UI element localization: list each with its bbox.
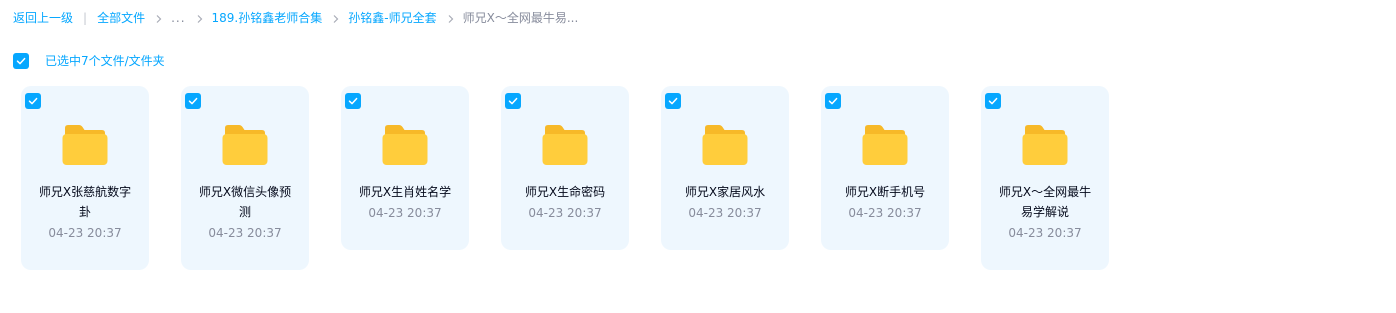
file-name: 师兄X生肖姓名学: [358, 185, 452, 199]
checkmark-icon: [828, 97, 838, 105]
file-name: 师兄X生命密码: [524, 185, 606, 199]
file-date: 04-23 20:37: [208, 226, 282, 240]
breadcrumb: 返回上一级 | 全部文件 ... 189.孙铭鑫老师合集 孙铭鑫-师兄全套 师兄…: [13, 9, 578, 27]
file-name: 师兄X张慈航数字卦: [38, 185, 132, 219]
back-link[interactable]: 返回上一级: [13, 9, 73, 27]
file-card[interactable]: 师兄X断手机号 04-23 20:37: [821, 86, 949, 250]
file-card[interactable]: 师兄X家居风水 04-23 20:37: [661, 86, 789, 250]
file-name: 师兄X家居风水: [684, 185, 766, 199]
checkmark-icon: [668, 97, 678, 105]
file-date: 04-23 20:37: [1008, 226, 1082, 240]
select-all-row: 已选中7个文件/文件夹: [13, 53, 165, 69]
file-checkbox[interactable]: [185, 93, 201, 109]
chevron-right-icon: [444, 12, 458, 26]
checkmark-icon: [508, 97, 518, 105]
checkmark-icon: [16, 57, 26, 65]
file-checkbox[interactable]: [825, 93, 841, 109]
file-card[interactable]: 师兄X生命密码 04-23 20:37: [501, 86, 629, 250]
folder-icon: [222, 124, 268, 166]
file-date: 04-23 20:37: [368, 206, 442, 220]
breadcrumb-divider: |: [83, 11, 88, 25]
chevron-right-icon: [193, 12, 207, 26]
select-all-checkbox[interactable]: [13, 53, 29, 69]
file-grid: 师兄X张慈航数字卦 04-23 20:37 师兄X微信头像预测 04-23 20…: [21, 86, 1109, 270]
selection-count-label: 已选中7个文件/文件夹: [45, 54, 165, 68]
breadcrumb-root[interactable]: 全部文件: [97, 9, 145, 27]
checkmark-icon: [348, 97, 358, 105]
file-date: 04-23 20:37: [688, 206, 762, 220]
file-name: 师兄X～全网最牛易学解说: [998, 185, 1092, 219]
chevron-right-icon: [152, 12, 166, 26]
breadcrumb-current: 师兄X～全网最牛易...: [462, 11, 579, 25]
file-card[interactable]: 师兄X～全网最牛易学解说 04-23 20:37: [981, 86, 1109, 270]
breadcrumb-ellipsis[interactable]: ...: [171, 9, 185, 27]
folder-icon: [702, 124, 748, 166]
folder-icon: [62, 124, 108, 166]
file-checkbox[interactable]: [985, 93, 1001, 109]
file-card[interactable]: 师兄X张慈航数字卦 04-23 20:37: [21, 86, 149, 270]
file-date: 04-23 20:37: [528, 206, 602, 220]
file-card[interactable]: 师兄X微信头像预测 04-23 20:37: [181, 86, 309, 270]
file-date: 04-23 20:37: [48, 226, 122, 240]
checkmark-icon: [188, 97, 198, 105]
checkmark-icon: [988, 97, 998, 105]
folder-icon: [542, 124, 588, 166]
folder-icon: [862, 124, 908, 166]
file-checkbox[interactable]: [25, 93, 41, 109]
file-card[interactable]: 师兄X生肖姓名学 04-23 20:37: [341, 86, 469, 250]
file-checkbox[interactable]: [345, 93, 361, 109]
breadcrumb-level2[interactable]: 孙铭鑫-师兄全套: [348, 9, 436, 27]
chevron-right-icon: [329, 12, 343, 26]
file-name: 师兄X微信头像预测: [198, 185, 292, 219]
folder-icon: [1022, 124, 1068, 166]
folder-icon: [382, 124, 428, 166]
breadcrumb-level1[interactable]: 189.孙铭鑫老师合集: [212, 9, 323, 27]
file-date: 04-23 20:37: [848, 206, 922, 220]
file-browser: 返回上一级 | 全部文件 ... 189.孙铭鑫老师合集 孙铭鑫-师兄全套 师兄…: [0, 0, 1396, 313]
file-checkbox[interactable]: [665, 93, 681, 109]
file-name: 师兄X断手机号: [844, 185, 926, 199]
checkmark-icon: [28, 97, 38, 105]
file-checkbox[interactable]: [505, 93, 521, 109]
